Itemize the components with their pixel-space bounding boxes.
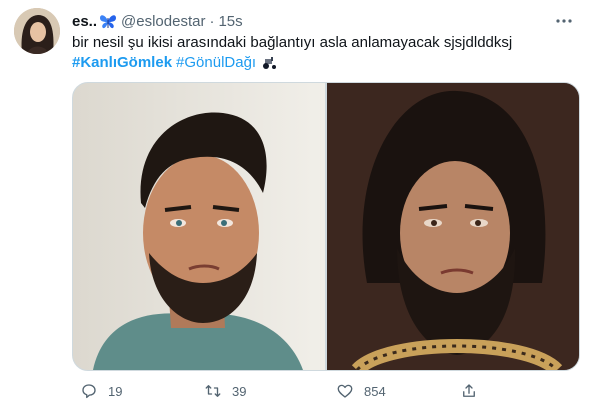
more-options-icon[interactable] <box>553 10 575 32</box>
tweet-media[interactable] <box>72 82 580 371</box>
butterfly-icon <box>99 13 117 29</box>
tractor-icon <box>262 56 278 70</box>
share-button[interactable] <box>460 382 488 400</box>
separator-dot: · <box>209 12 215 30</box>
tweet: es.. @eslodestar · 15s bir nesil şu ikis… <box>0 0 591 416</box>
user-handle[interactable]: @eslodestar <box>121 13 205 30</box>
reply-icon <box>82 384 96 399</box>
avatar[interactable] <box>14 8 60 54</box>
like-button[interactable]: 854 <box>336 382 386 400</box>
tweet-actions: 19 39 854 <box>72 378 572 404</box>
reply-button[interactable]: 19 <box>80 382 122 400</box>
hashtag-link[interactable]: #KanlıGömlek <box>72 54 172 71</box>
tweet-text: bir nesil şu ikisi arasındaki bağlantıyı… <box>72 34 513 51</box>
photo-left[interactable] <box>73 83 325 370</box>
reply-count: 19 <box>108 383 123 399</box>
photo-right[interactable] <box>327 83 579 370</box>
tweet-header: es.. @eslodestar · 15s <box>72 10 575 32</box>
tweet-time[interactable]: 15s <box>218 13 242 30</box>
hashtag-link[interactable]: #GönülDağı <box>176 54 256 71</box>
retweet-button[interactable]: 39 <box>204 382 246 400</box>
share-icon <box>463 384 475 397</box>
hashtag-line: #KanlıGömlek #GönülDağı <box>72 53 278 73</box>
retweet-icon <box>205 385 221 397</box>
retweet-count: 39 <box>232 383 247 399</box>
heart-icon <box>337 384 353 398</box>
like-count: 854 <box>364 383 386 399</box>
display-name[interactable]: es.. <box>72 13 97 30</box>
